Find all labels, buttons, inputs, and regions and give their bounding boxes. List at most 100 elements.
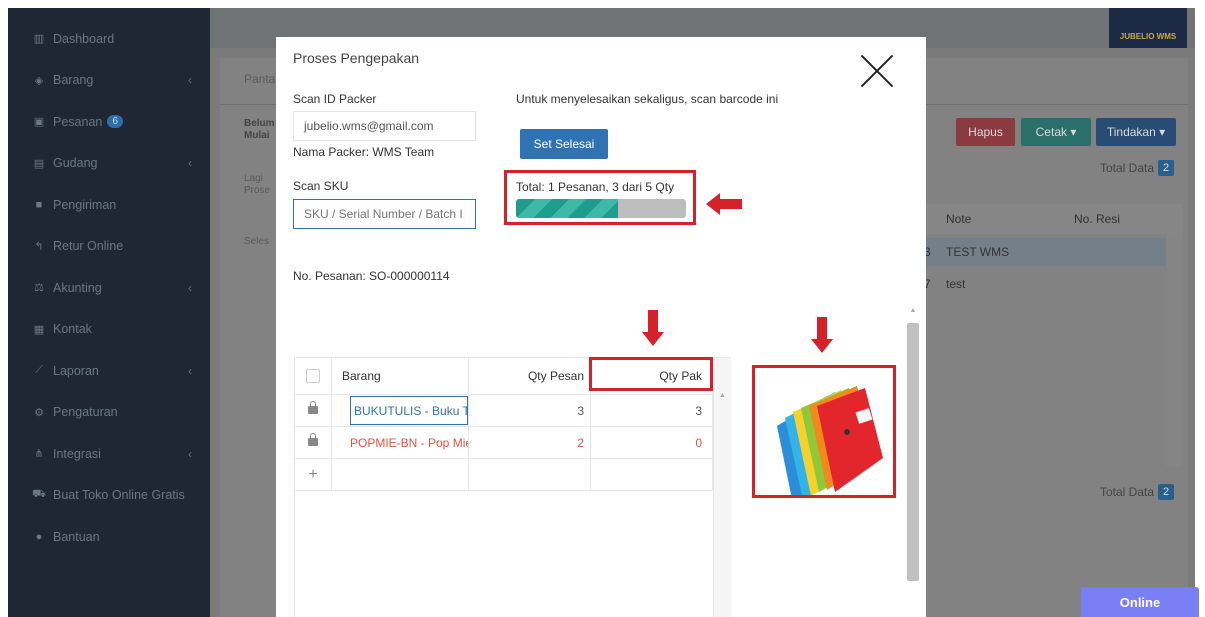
total-data-badge: 2 [1158, 484, 1175, 500]
status-belum[interactable]: Belum [244, 118, 275, 130]
colorful-notebooks-image [777, 386, 883, 495]
sidebar-item-label: Buat Toko Online Gratis [53, 488, 185, 503]
scan-packer-label: Scan ID Packer [293, 92, 377, 106]
chevron-left-icon: ‹ [188, 280, 192, 295]
sidebar-item-buat-toko[interactable]: ⛟ Buat Toko Online Gratis [8, 475, 210, 517]
barang-header[interactable]: Barang [332, 358, 469, 394]
note-header[interactable]: Note [922, 204, 1050, 234]
truck-icon: ■ [35, 198, 43, 211]
cetak-button[interactable]: Cetak ▾ [1021, 118, 1091, 146]
sidebar-item-label: Pengaturan [53, 405, 118, 420]
qty-pak-cell[interactable]: 0 [591, 427, 713, 458]
close-icon[interactable] [856, 49, 900, 93]
table-row[interactable]: 7 test [922, 270, 1166, 298]
lock-cell [295, 395, 332, 426]
modal-scrollbar[interactable]: ▲ [906, 307, 920, 617]
table-row[interactable]: 3 TEST WMS [922, 238, 1166, 266]
background-table-scrollbar[interactable] [1166, 234, 1182, 466]
finish-instruction: Untuk menyelesaikan sekaligus, scan barc… [516, 92, 779, 106]
sitemap-icon: ⋔ [34, 448, 44, 461]
hapus-button[interactable]: Hapus [956, 118, 1015, 146]
sidebar-item-pengiriman[interactable]: ■ Pengiriman [8, 184, 210, 226]
arrow-down-icon [642, 310, 664, 346]
total-data-bottom: Total Data 2 [1100, 484, 1175, 500]
qty-pesan-cell: 2 [469, 427, 591, 458]
product-image-highlight-box [752, 365, 896, 498]
status-selesai[interactable]: Seles [244, 236, 269, 248]
cart-icon: ⛟ [32, 488, 46, 501]
row-note: test [946, 277, 966, 291]
sidebar-item-barang[interactable]: ◈ Barang ‹ [8, 60, 210, 102]
resi-header[interactable]: No. Resi [1050, 204, 1170, 234]
cubes-icon: ◈ [34, 74, 44, 87]
total-data-label: Total Data [1100, 485, 1155, 499]
tindakan-button[interactable]: Tindakan ▾ [1096, 118, 1176, 146]
total-data-label: Total Data [1100, 161, 1155, 175]
arrow-down-icon [811, 317, 833, 353]
qty-pesan-header[interactable]: Qty Pesan [469, 358, 591, 394]
row-divider [295, 490, 713, 491]
packing-progress-bar [516, 199, 686, 218]
sidebar-item-dashboard[interactable]: ▥ Dashboard [8, 18, 210, 60]
sidebar-item-label: Gudang [53, 156, 98, 171]
qty-pak-cell[interactable]: 3 [591, 395, 713, 426]
sidebar-item-retur-online[interactable]: ↰ Retur Online [8, 226, 210, 268]
modal-title: Proses Pengepakan [293, 50, 420, 66]
table-row-barang[interactable]: BUKUTULIS - Buku Tu [332, 395, 469, 426]
add-row-icon[interactable]: + [295, 459, 332, 490]
scrollbar-thumb[interactable] [907, 323, 919, 581]
arrow-left-icon [706, 193, 742, 215]
jubelio-wms-logo: JUBELIO WMS [1109, 8, 1187, 48]
sidebar-item-pengaturan[interactable]: ⚙ Pengaturan [8, 392, 210, 434]
address-card-icon: ▦ [33, 323, 45, 336]
empty-cell [469, 459, 591, 490]
row-note: TEST WMS [946, 245, 1010, 259]
sidebar-item-kontak[interactable]: ▦ Kontak [8, 309, 210, 351]
select-all-checkbox-cell [295, 358, 332, 394]
scroll-up-icon[interactable]: ▲ [906, 307, 920, 314]
total-data-top: Total Data 2 [1100, 160, 1175, 176]
sidebar-item-label: Dashboard [53, 31, 115, 46]
sidebar-item-label: Pesanan [53, 114, 103, 129]
set-selesai-button[interactable]: Set Selesai [520, 129, 608, 159]
sidebar-item-bantuan[interactable]: ● Bantuan [8, 516, 210, 558]
chevron-left-icon: ‹ [188, 156, 192, 171]
sku-input[interactable] [293, 199, 476, 229]
tab-pantau[interactable]: Panta [244, 73, 275, 85]
select-all-checkbox[interactable] [306, 369, 320, 383]
sidebar-item-label: Pengiriman [53, 197, 117, 212]
scroll-up-icon[interactable]: ▲ [714, 392, 731, 399]
sidebar: ▥ Dashboard ◈ Barang ‹ ▣ Pesanan 6 ▤ Gud… [8, 8, 210, 617]
sidebar-item-gudang[interactable]: ▤ Gudang ‹ [8, 143, 210, 185]
progress-fill [516, 199, 618, 218]
barang-cell-text[interactable]: BUKUTULIS - Buku Tu [350, 396, 468, 425]
items-table: Barang Qty Pesan Qty Pak BUKUTULIS - Buk… [294, 357, 731, 617]
table-row-barang[interactable]: POPMIE-BN - Pop Mie [332, 427, 469, 458]
sidebar-item-integrasi[interactable]: ⋔ Integrasi ‹ [8, 433, 210, 475]
lock-cell [295, 427, 332, 458]
sidebar-item-label: Kontak [53, 322, 92, 337]
chevron-left-icon: ‹ [188, 363, 192, 378]
sidebar-item-label: Akunting [53, 280, 102, 295]
cogs-icon: ⚙ [34, 406, 44, 419]
status-mulai: Mulai [244, 130, 270, 141]
background-table-header: Note No. Resi [922, 204, 1182, 234]
lock-icon [308, 433, 318, 447]
sidebar-item-pesanan[interactable]: ▣ Pesanan 6 [8, 101, 210, 143]
sidebar-item-label: Barang [53, 73, 94, 88]
order-number: No. Pesanan: SO-000000114 [293, 269, 450, 283]
sidebar-item-label: Retur Online [53, 239, 124, 254]
chevron-left-icon: ‹ [188, 73, 192, 88]
online-chat-button[interactable]: Online [1081, 587, 1199, 617]
packer-id-input[interactable]: jubelio.wms@gmail.com [293, 111, 476, 141]
lock-icon [308, 401, 318, 415]
pesanan-count-badge: 6 [107, 115, 123, 129]
line-chart-icon: ⟋ [35, 364, 43, 377]
building-icon: ▤ [33, 157, 45, 170]
sidebar-item-laporan[interactable]: ⟋ Laporan ‹ [8, 350, 210, 392]
status-lagi[interactable]: Lagi [244, 173, 263, 185]
table-scrollbar[interactable]: ▲ [713, 358, 731, 617]
sidebar-item-akunting[interactable]: ⚖ Akunting ‹ [8, 267, 210, 309]
gift-icon: ▣ [33, 116, 45, 129]
